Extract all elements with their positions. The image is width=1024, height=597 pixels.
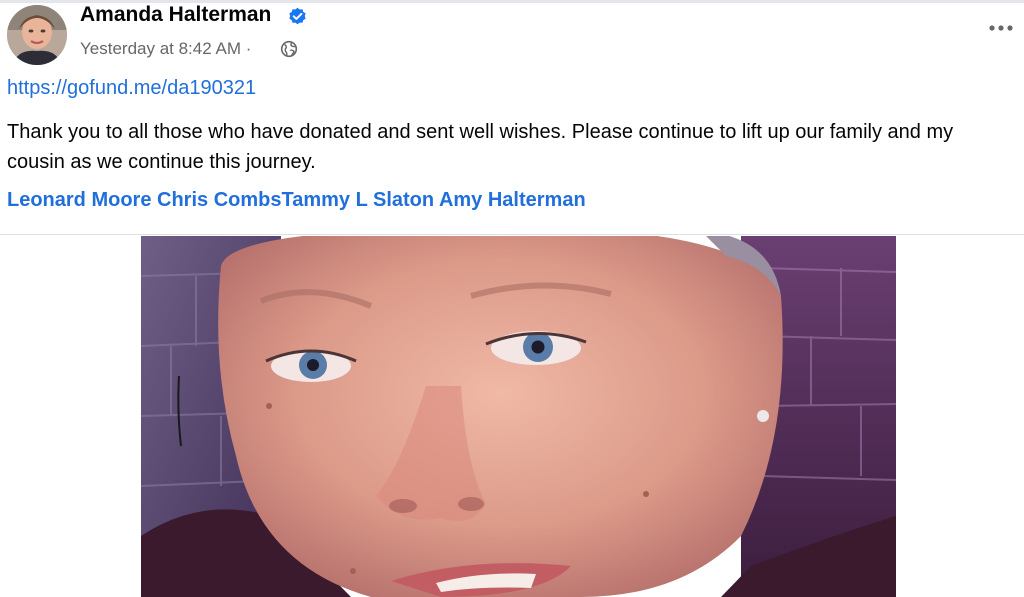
meta-separator: · bbox=[245, 39, 252, 58]
post-header: Amanda Halterman Yesterday at 8:42 AM · bbox=[0, 0, 1024, 70]
facebook-post: Amanda Halterman Yesterday at 8:42 AM · … bbox=[0, 0, 1024, 597]
tag-amy-halterman[interactable]: Amy Halterman bbox=[439, 189, 586, 211]
author-avatar[interactable] bbox=[7, 5, 67, 65]
gofundme-link[interactable]: https://gofund.me/da190321 bbox=[7, 77, 256, 100]
more-options-icon[interactable] bbox=[986, 18, 1016, 38]
content-divider bbox=[0, 234, 1024, 235]
tag-chris-combs[interactable]: Chris Combs bbox=[157, 189, 281, 211]
avatar-image bbox=[7, 5, 67, 65]
post-timestamp[interactable]: Yesterday at 8:42 AM bbox=[80, 39, 241, 58]
globe-icon[interactable] bbox=[280, 40, 298, 58]
tag-leonard-moore[interactable]: Leonard Moore bbox=[7, 189, 151, 211]
post-photo[interactable] bbox=[141, 236, 896, 597]
portrait-photo bbox=[141, 236, 896, 597]
tag-tammy-l-slaton[interactable]: Tammy L Slaton bbox=[281, 189, 434, 211]
post-text: Thank you to all those who have donated … bbox=[7, 121, 954, 173]
post-meta: Yesterday at 8:42 AM · bbox=[80, 39, 251, 59]
author-name[interactable]: Amanda Halterman bbox=[80, 3, 271, 27]
verified-badge-icon bbox=[289, 7, 306, 25]
tagged-people: Leonard Moore Chris CombsTammy L Slaton … bbox=[7, 189, 586, 212]
